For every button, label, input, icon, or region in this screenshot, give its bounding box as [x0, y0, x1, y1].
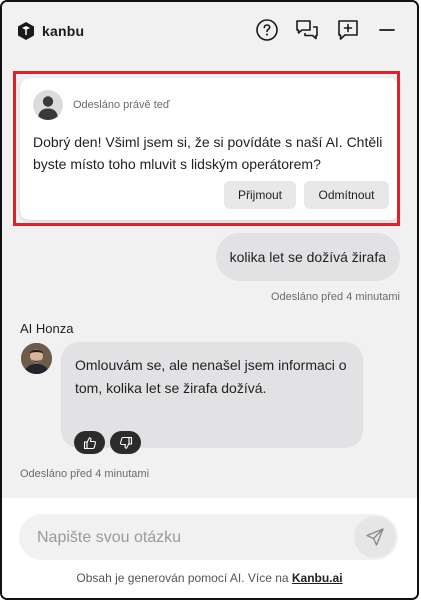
user-message-timestamp: Odesláno před 4 minutami — [270, 291, 400, 303]
widget-header: kanbu — [2, 2, 417, 60]
question-input[interactable] — [35, 514, 349, 562]
thumbs-up-icon — [83, 436, 96, 449]
ai-message-text: Omlouvám se, ale nenašel jsem informaci … — [75, 357, 347, 396]
thumbs-down-button[interactable] — [110, 431, 141, 454]
send-button[interactable] — [354, 516, 396, 558]
brand-logo: kanbu — [16, 21, 84, 41]
new-chat-icon — [338, 20, 358, 40]
conversations-icon — [296, 20, 318, 40]
ai-avatar-portrait-icon — [21, 343, 52, 374]
user-message-text: kolika let se dožívá žirafa — [229, 249, 386, 265]
send-icon — [366, 528, 384, 546]
ai-disclaimer: Obsah je generován pomocí AI. Více na Ka… — [2, 571, 417, 585]
user-message-bubble: kolika let se dožívá žirafa — [215, 233, 400, 281]
brand-name: kanbu — [42, 23, 85, 39]
ai-message-timestamp: Odesláno před 4 minutami — [20, 468, 150, 480]
chat-widget: kanbu Odesláno právě teď Dobrý den! Všim… — [0, 0, 419, 600]
conversations-button[interactable] — [293, 16, 321, 44]
message-list[interactable]: Odesláno právě teď Dobrý den! Všiml jsem… — [2, 60, 417, 498]
ai-sender-name: AI Honza — [20, 321, 74, 336]
composer-area: Obsah je generován pomocí AI. Více na Ka… — [2, 498, 417, 598]
thumbs-up-button[interactable] — [74, 431, 105, 454]
new-chat-button[interactable] — [334, 16, 362, 44]
help-button[interactable] — [253, 16, 281, 44]
minimize-icon — [379, 29, 395, 31]
highlight-box — [13, 71, 400, 226]
ai-message-bubble: Omlouvám se, ale nenašel jsem informaci … — [61, 342, 363, 448]
minimize-button[interactable] — [373, 16, 401, 44]
kanbu-logo-icon — [18, 22, 34, 40]
ai-avatar — [21, 343, 52, 374]
kanbu-link[interactable]: Kanbu.ai — [292, 571, 343, 585]
disclaimer-text: Obsah je generován pomocí AI. Více na — [76, 571, 292, 585]
thumbs-down-icon — [119, 436, 132, 449]
help-icon — [256, 19, 278, 41]
message-composer — [19, 514, 398, 562]
